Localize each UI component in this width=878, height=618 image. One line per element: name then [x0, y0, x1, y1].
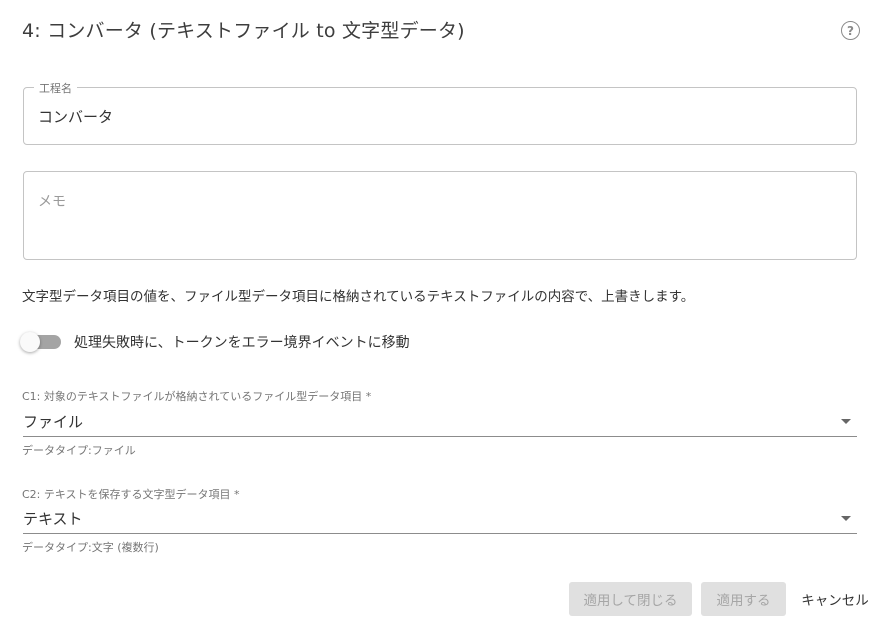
error-boundary-toggle-label: 処理失敗時に、トークンをエラー境界イベントに移動	[74, 335, 410, 351]
c1-select[interactable]: ファイル	[23, 409, 857, 437]
apply-and-close-button[interactable]: 適用して閉じる	[569, 582, 692, 616]
cancel-button[interactable]: キャンセル	[796, 582, 874, 616]
step-name-label: 工程名	[34, 80, 77, 96]
dropdown-arrow-icon	[841, 516, 851, 521]
dialog-title: 4: コンバータ (テキストファイル to 文字型データ)	[22, 20, 465, 42]
c2-select[interactable]: テキスト	[23, 506, 857, 534]
step-name-value[interactable]: コンバータ	[38, 106, 113, 127]
dropdown-arrow-icon	[841, 419, 851, 424]
step-description: 文字型データ項目の値を、ファイル型データ項目に格納されているテキストファイルの内…	[22, 289, 695, 305]
c1-helper-text: データタイプ:ファイル	[22, 444, 136, 457]
step-name-field[interactable]: 工程名 コンバータ	[23, 80, 857, 145]
apply-button[interactable]: 適用する	[701, 582, 786, 616]
properties-dialog: 4: コンバータ (テキストファイル to 文字型データ) ? 工程名 コンバー…	[0, 0, 878, 618]
memo-placeholder: メモ	[38, 194, 66, 210]
toggle-thumb	[20, 332, 40, 352]
help-circle-icon[interactable]: ?	[841, 21, 860, 40]
c2-label: C2: テキストを保存する文字型データ項目 *	[22, 488, 240, 501]
c1-label: C1: 対象のテキストファイルが格納されているファイル型データ項目 *	[22, 390, 372, 403]
c2-selected-value: テキスト	[23, 510, 83, 528]
c1-selected-value: ファイル	[23, 413, 84, 431]
c2-helper-text: データタイプ:文字 (複数行)	[22, 541, 159, 554]
error-boundary-toggle[interactable]	[20, 332, 62, 352]
memo-field[interactable]: メモ	[23, 171, 857, 260]
